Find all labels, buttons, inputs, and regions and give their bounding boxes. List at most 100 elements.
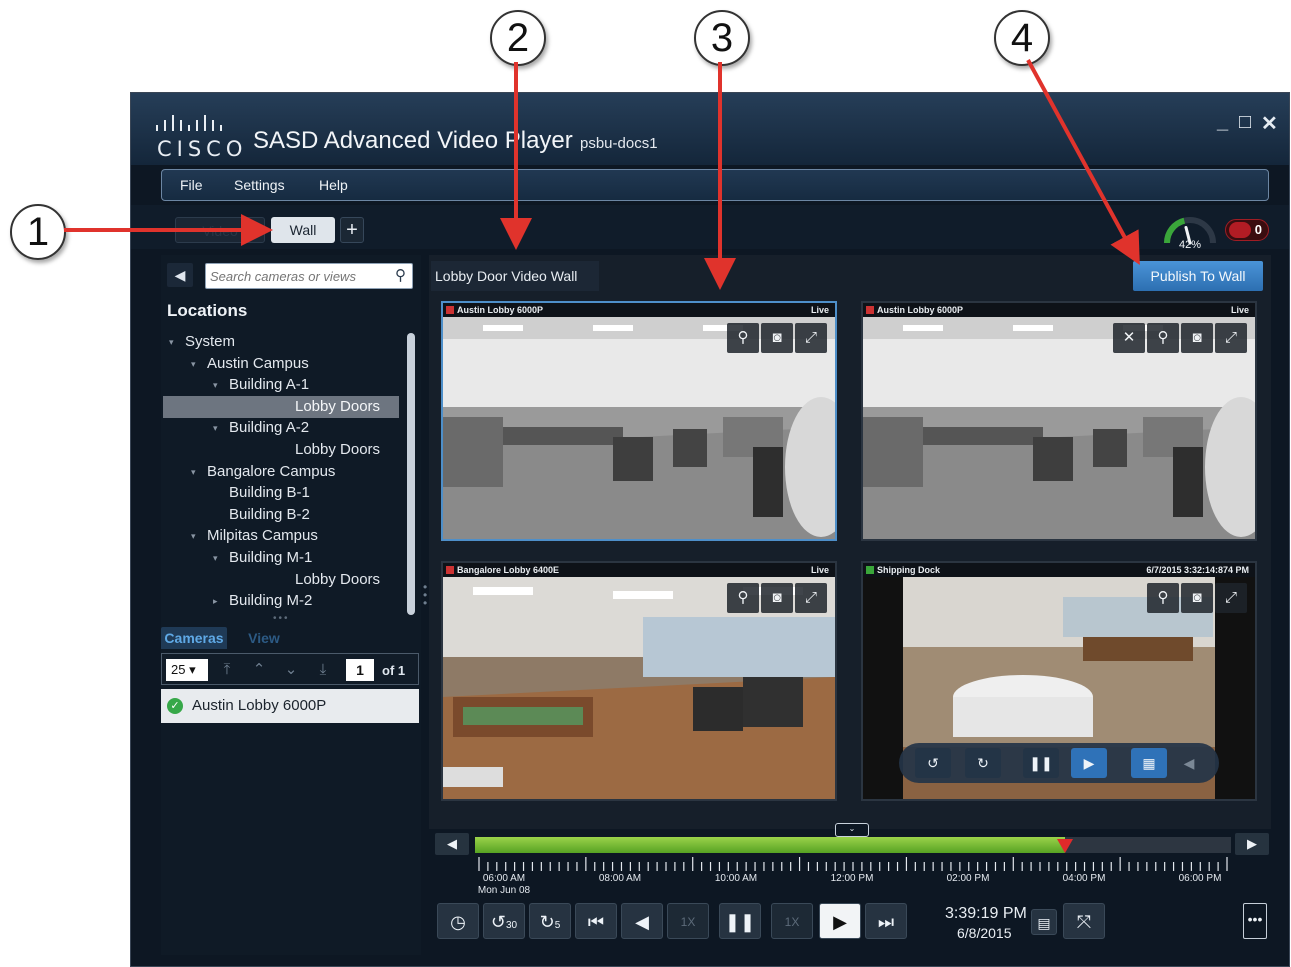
page-number-input[interactable]: 1 (346, 659, 374, 681)
timeline-track[interactable] (475, 837, 1231, 853)
play-button-icon[interactable]: ▶ (819, 903, 861, 939)
expand-arrow-icon[interactable]: ▾ (191, 525, 196, 547)
collapse-sidebar-button[interactable]: ◀ (167, 263, 193, 287)
megaphone-icon[interactable]: ◀ (1171, 748, 1207, 778)
snapshot-camera-icon[interactable]: ◙ (761, 323, 793, 353)
timeline-back-arrow-icon[interactable]: ◀ (435, 833, 469, 855)
timeline-ticks (478, 857, 1228, 871)
collapse-arrow-icon[interactable]: ▸ (213, 590, 218, 612)
tree-item-label: Lobby Doors (295, 570, 381, 588)
zoom-icon[interactable]: ⚲ (727, 583, 759, 613)
tab-cameras[interactable]: Cameras (161, 627, 227, 649)
zoom-icon[interactable]: ⚲ (727, 323, 759, 353)
tree-item[interactable]: Lobby Doors (163, 569, 399, 591)
timeline-playhead-marker[interactable] (1057, 839, 1073, 853)
fullscreen-expand-icon[interactable]: ⤢ (795, 323, 827, 353)
snapshot-camera-icon[interactable]: ◙ (1181, 583, 1213, 613)
reverse-icon[interactable]: ◀ (621, 903, 663, 939)
tree-item[interactable]: ▾ Building A-2 (163, 417, 399, 439)
tree-scrollbar-thumb[interactable] (407, 333, 415, 615)
fit-screen-icon[interactable]: ⤧ (1063, 903, 1105, 939)
maximize-button[interactable]: □ (1239, 111, 1251, 134)
timeline-label: 06:00 AM Mon Jun 08 (477, 873, 531, 896)
tile-timestamp: 6/7/2015 3:32:14:874 PM (1146, 565, 1249, 575)
tab-video[interactable]: Video (175, 217, 265, 243)
zoom-icon[interactable]: ⚲ (1147, 583, 1179, 613)
timeline-forward-arrow-icon[interactable]: ▶ (1235, 833, 1269, 855)
step-back-icon[interactable]: ⏮ (575, 903, 617, 939)
prev-page-icon[interactable]: ⌃ (246, 658, 272, 682)
page-size-select[interactable]: 25 ▾ (166, 659, 208, 681)
expand-arrow-icon[interactable]: ▾ (191, 353, 196, 375)
wall-selector[interactable]: Lobby Door Video Wall ▼ (431, 261, 599, 314)
video-tile[interactable]: Bangalore Lobby 6400E Live ⚲ ◙ ⤢ (441, 561, 837, 801)
more-options-button[interactable]: ••• (1243, 903, 1267, 939)
next-page-icon[interactable]: ⌄ (278, 658, 304, 682)
expand-arrow-icon[interactable]: ▾ (213, 374, 218, 396)
tree-item-label: Milpitas Campus (207, 527, 318, 545)
expand-arrow-icon[interactable]: ▾ (213, 547, 218, 569)
tab-view[interactable]: View (231, 627, 297, 649)
snapshot-camera-icon[interactable]: ◙ (1181, 323, 1213, 353)
timeline-expand-handle-icon[interactable]: ⌄ (835, 823, 869, 837)
skip-forward-button[interactable]: ↻5 (529, 903, 571, 939)
filmstrip-icon[interactable]: ▦ (1131, 748, 1167, 778)
skip-back-30-icon[interactable]: ↺ (915, 748, 951, 778)
tree-item[interactable]: ▾ Building M-1 (163, 547, 399, 569)
video-tile[interactable]: Austin Lobby 6000P Live (861, 301, 1257, 541)
tree-scrollbar[interactable] (407, 333, 415, 615)
history-clock-icon[interactable]: ◷ (437, 903, 479, 939)
fullscreen-expand-icon[interactable]: ⤢ (1215, 323, 1247, 353)
alerts-toggle[interactable]: 0 (1225, 219, 1269, 241)
skip-back-value: 30 (505, 920, 518, 931)
calendar-icon[interactable]: ▤ (1031, 909, 1057, 935)
expand-arrow-icon[interactable]: ▾ (191, 461, 196, 483)
fullscreen-expand-icon[interactable]: ⤢ (795, 583, 827, 613)
panel-divider-grip-icon[interactable]: • • • (423, 581, 427, 609)
zoom-icon[interactable]: ⚲ (1147, 323, 1179, 353)
pause-button-icon[interactable]: ❚❚ (719, 903, 761, 939)
callout-3: 3 (694, 10, 750, 66)
menu-help[interactable]: Help (319, 177, 348, 193)
skip-forward-icon[interactable]: ↻ (965, 748, 1001, 778)
video-tile[interactable]: Austin Lobby 6000P Live (441, 301, 837, 541)
speed-forward-button[interactable]: 1X (771, 903, 813, 939)
add-tab-button[interactable]: + (340, 217, 364, 243)
publish-to-wall-button[interactable]: Publish To Wall (1133, 261, 1263, 291)
play-icon[interactable]: ▶ (1071, 748, 1107, 778)
menu-file[interactable]: File (180, 177, 203, 193)
tree-item[interactable]: Building B-1 (163, 482, 399, 504)
tab-wall[interactable]: Wall (271, 217, 335, 243)
close-button[interactable]: ✕ (1261, 111, 1278, 136)
tree-item[interactable]: ▾ System (163, 331, 399, 353)
last-page-icon[interactable]: ⤓ (310, 658, 336, 682)
expand-arrow-icon[interactable]: ▾ (169, 331, 174, 353)
resize-grip-icon[interactable]: ••• (273, 613, 290, 624)
search-input[interactable] (210, 267, 386, 285)
tree-item[interactable]: ▸ Building M-2 (163, 590, 399, 612)
tree-item-label: Building A-2 (229, 419, 310, 437)
skip-back-30-button[interactable]: ↺30 (483, 903, 525, 939)
ptz-icon[interactable]: ✕ (1113, 323, 1145, 353)
first-page-icon[interactable]: ⤒ (214, 658, 240, 682)
menu-settings[interactable]: Settings (234, 177, 285, 193)
tile-camera-name: Bangalore Lobby 6400E (457, 565, 560, 575)
tree-item[interactable]: ▾ Milpitas Campus (163, 525, 399, 547)
tree-item[interactable]: Lobby Doors (163, 439, 399, 461)
tree-item[interactable]: ▾ Austin Campus (163, 353, 399, 375)
camera-list-item[interactable]: ✓ Austin Lobby 6000P (161, 689, 419, 723)
tree-item[interactable]: ▾ Bangalore Campus (163, 461, 399, 483)
speed-back-button[interactable]: 1X (667, 903, 709, 939)
tree-item[interactable]: ▾ Building A-1 (163, 374, 399, 396)
pause-icon[interactable]: ❚❚ (1023, 748, 1059, 778)
step-forward-icon[interactable]: ⏭ (865, 903, 907, 939)
expand-arrow-icon[interactable]: ▾ (213, 417, 218, 439)
tree-item[interactable]: Lobby Doors (163, 395, 399, 418)
minimize-button[interactable]: _ (1217, 111, 1228, 134)
fullscreen-expand-icon[interactable]: ⤢ (1215, 583, 1247, 613)
tree-item[interactable]: Building B-2 (163, 504, 399, 526)
search-icon[interactable]: ⚲ (395, 266, 406, 284)
snapshot-camera-icon[interactable]: ◙ (761, 583, 793, 613)
video-tile[interactable]: Shipping Dock 6/7/2015 3:32:14:874 PM ⚲ ◙… (861, 561, 1257, 801)
tile-header: Bangalore Lobby 6400E Live (443, 563, 835, 577)
